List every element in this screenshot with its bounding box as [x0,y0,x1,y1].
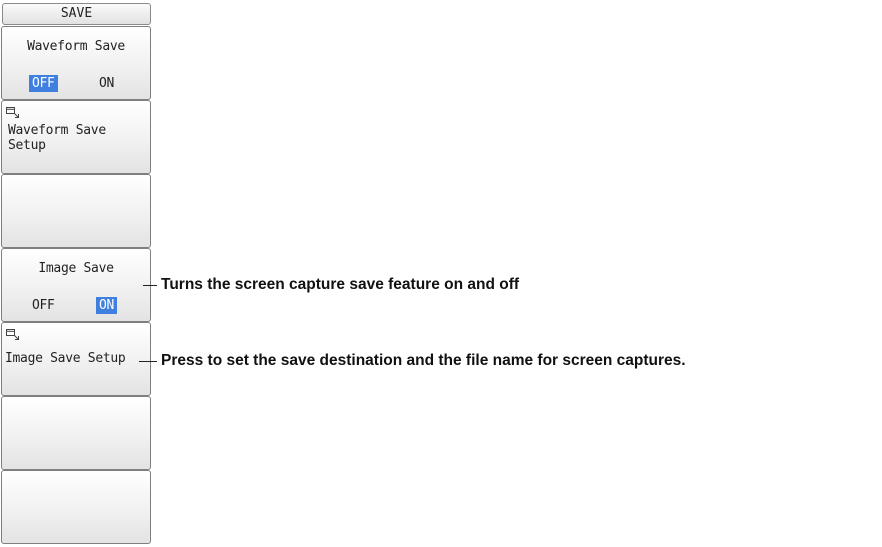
waveform-save-setup-key[interactable]: Waveform Save Setup [1,100,151,174]
blank-key-3 [1,470,151,544]
blank-key-2 [1,396,151,470]
menu-title: SAVE [2,3,151,25]
image-save-label: Image Save [38,261,114,276]
waveform-save-label: Waveform Save [27,39,125,54]
setup-window-icon [6,107,19,118]
waveform-save-setup-label: Waveform Save Setup [8,123,106,153]
blank-key-1 [1,174,151,248]
image-save-callout-line [143,285,157,286]
waveform-save-key[interactable]: Waveform Save OFF ON [1,26,151,100]
image-save-setup-callout: Press to set the save destination and th… [161,352,686,369]
image-save-setup-callout-line [139,361,157,362]
setup-window-icon [6,329,19,340]
image-save-off-option[interactable]: OFF [29,297,58,314]
waveform-save-on-option[interactable]: ON [96,75,117,92]
image-save-setup-label: Image Save Setup [5,351,126,366]
image-save-key[interactable]: Image Save OFF ON [1,248,151,322]
waveform-save-off-option[interactable]: OFF [29,75,58,92]
save-soft-key-menu: SAVE Waveform Save OFF ON Waveform Save … [0,0,152,547]
image-save-callout: Turns the screen capture save feature on… [161,276,520,293]
image-save-setup-key[interactable]: Image Save Setup [1,322,151,396]
image-save-on-option[interactable]: ON [96,297,118,314]
